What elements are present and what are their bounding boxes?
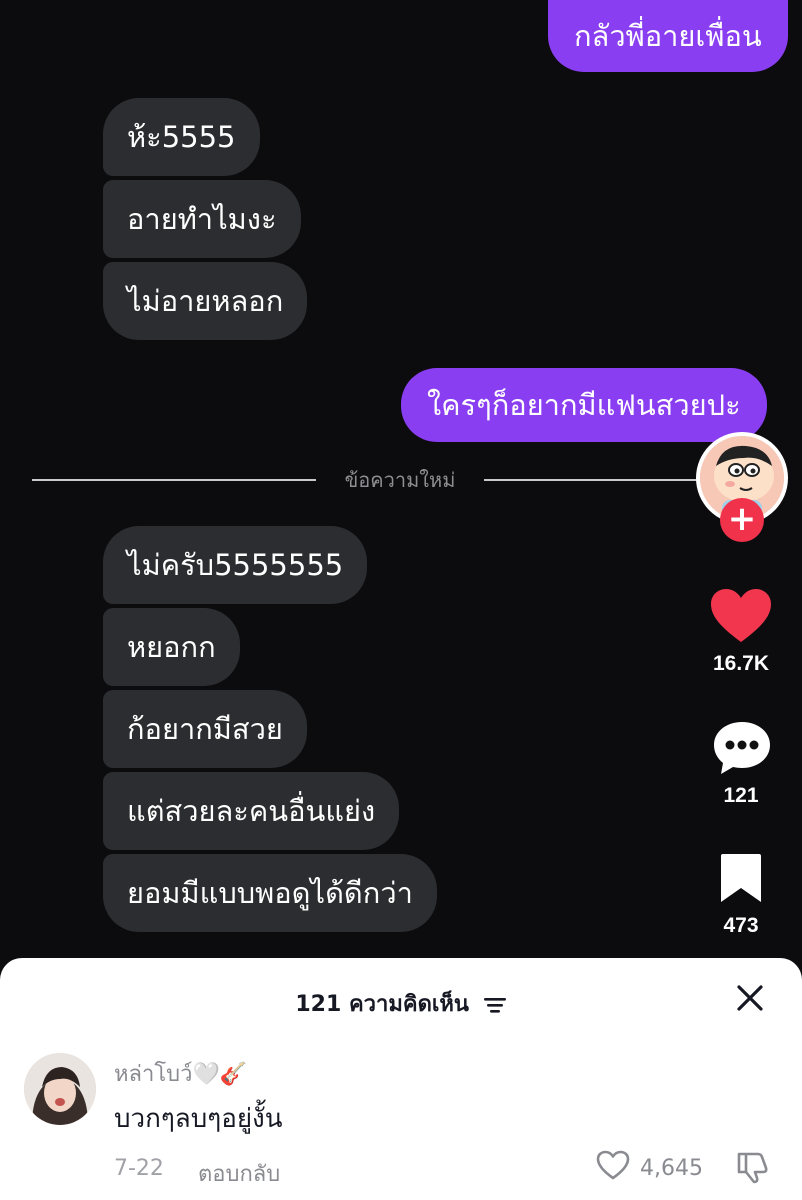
close-icon[interactable]	[734, 982, 766, 1014]
divider-line-left	[32, 479, 316, 481]
comment-icon[interactable]	[712, 720, 772, 776]
reply-button[interactable]: ตอบกลับ	[198, 1156, 280, 1191]
comment-count: 121	[723, 784, 759, 807]
divider-line-right	[484, 479, 704, 481]
save-count: 473	[723, 914, 759, 937]
incoming-message: ห้ะ5555	[103, 98, 260, 176]
comment-like-count: 4,645	[640, 1156, 703, 1181]
outgoing-message: กลัวพี่อายเพื่อน	[548, 0, 788, 72]
comment-text: บวกๆลบๆอยู่งั้น	[114, 1104, 283, 1134]
outgoing-message: ใครๆก็อยากมีแฟนสวยปะ	[401, 368, 767, 442]
comments-title: 121 ความคิดเห็น	[295, 992, 469, 1017]
incoming-message: ก้อยากมีสวย	[103, 690, 307, 768]
follow-plus-button[interactable]: +	[720, 498, 764, 542]
incoming-message: ยอมมีแบบพอดูได้ดีกว่า	[103, 854, 437, 932]
new-messages-divider: ข้อความใหม่	[344, 468, 456, 492]
filter-icon[interactable]	[483, 995, 507, 1015]
incoming-message: ไม่อายหลอก	[103, 262, 308, 340]
commenter-avatar[interactable]	[24, 1053, 96, 1125]
bookmark-icon[interactable]	[719, 852, 763, 904]
incoming-message: หยอกก	[103, 608, 240, 686]
comment-date: 7-22	[114, 1156, 164, 1181]
comments-header: 121 ความคิดเห็น	[0, 986, 802, 1021]
like-count: 16.7K	[712, 652, 770, 675]
like-outline-icon[interactable]	[596, 1150, 630, 1180]
incoming-message: อายทำไมงะ	[103, 180, 301, 258]
heart-icon[interactable]	[710, 588, 772, 644]
incoming-message: แต่สวยละคนอื่นแย่ง	[103, 772, 400, 850]
chat-screen: กลัวพี่อายเพื่อน ห้ะ5555 อายทำไมงะ ไม่อา…	[0, 0, 802, 960]
comment-username[interactable]: หล่าโบว์🤍🎸	[114, 1056, 247, 1091]
incoming-message: ไม่ครับ5555555	[103, 526, 368, 604]
dislike-icon[interactable]	[736, 1150, 770, 1184]
